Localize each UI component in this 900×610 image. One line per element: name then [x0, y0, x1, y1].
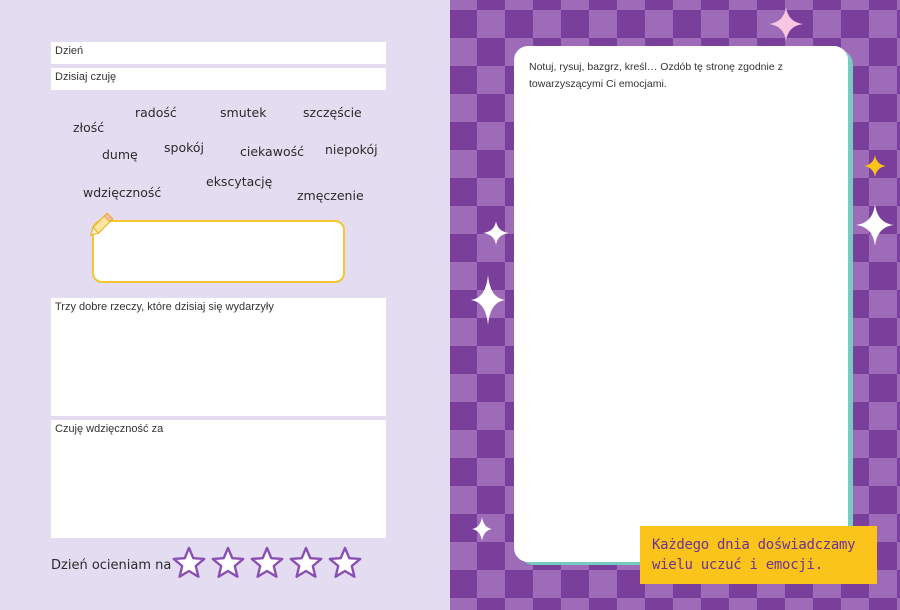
star-icon-1[interactable] — [172, 546, 206, 580]
left-page: Dzień Dzisiaj czuję radość smutek szczęś… — [0, 0, 450, 610]
banner-line-1: Każdego dnia doświadczamy — [652, 537, 856, 553]
emotion-tiredness[interactable]: zmęczenie — [297, 188, 364, 203]
feel-field[interactable]: Dzisiaj czuję — [51, 68, 386, 90]
day-field[interactable]: Dzień — [51, 42, 386, 64]
emotion-curiosity[interactable]: ciekawość — [240, 144, 304, 159]
star-icon-5[interactable] — [328, 546, 362, 580]
three-good-things-label: Trzy dobre rzeczy, które dzisiaj się wyd… — [55, 301, 274, 313]
star-rating — [172, 546, 362, 580]
star-icon-2[interactable] — [211, 546, 245, 580]
rating-label: Dzień ocieniam na — [51, 558, 172, 573]
emotion-pride[interactable]: dumę — [102, 147, 138, 162]
banner-line-2: wielu uczuć i emocji. — [652, 557, 823, 573]
sparkle-icon-white-right — [856, 204, 894, 246]
feeling-write-box[interactable] — [92, 220, 345, 283]
emotion-happiness[interactable]: szczęście — [303, 105, 362, 120]
feel-label: Dzisiaj czuję — [55, 71, 117, 83]
star-icon-3[interactable] — [250, 546, 284, 580]
sparkle-icon-pink — [769, 7, 803, 41]
day-label: Dzień — [55, 45, 84, 57]
sparkle-icon-yellow — [864, 155, 886, 177]
sparkle-icon-white-large — [471, 275, 505, 325]
right-page: Notuj, rysuj, bazgrz, kreśl… Ozdób tę st… — [450, 0, 900, 610]
gratitude-field[interactable]: Czuję wdzięczność za — [51, 420, 386, 538]
drawing-card[interactable] — [514, 46, 848, 562]
instruction-text: Notuj, rysuj, bazgrz, kreśl… Ozdób tę st… — [529, 61, 783, 90]
emotion-excitement[interactable]: ekscytację — [206, 174, 272, 189]
emotions-banner: Każdego dnia doświadczamy wielu uczuć i … — [640, 526, 877, 584]
emotion-anxiety[interactable]: niepokój — [325, 142, 378, 157]
sparkle-icon-white-bottom — [472, 517, 492, 541]
emotion-anger[interactable]: złość — [73, 120, 104, 135]
pencil-icon — [89, 212, 114, 237]
three-good-things-field[interactable]: Trzy dobre rzeczy, które dzisiaj się wyd… — [51, 298, 386, 416]
emotion-joy[interactable]: radość — [135, 105, 177, 120]
star-icon-4[interactable] — [289, 546, 323, 580]
emotion-calm[interactable]: spokój — [164, 140, 204, 155]
sparkle-icon-white-small — [483, 221, 509, 245]
emotion-gratitude[interactable]: wdzięczność — [83, 185, 161, 200]
emotion-sadness[interactable]: smutek — [220, 105, 266, 120]
gratitude-label: Czuję wdzięczność za — [55, 423, 164, 435]
